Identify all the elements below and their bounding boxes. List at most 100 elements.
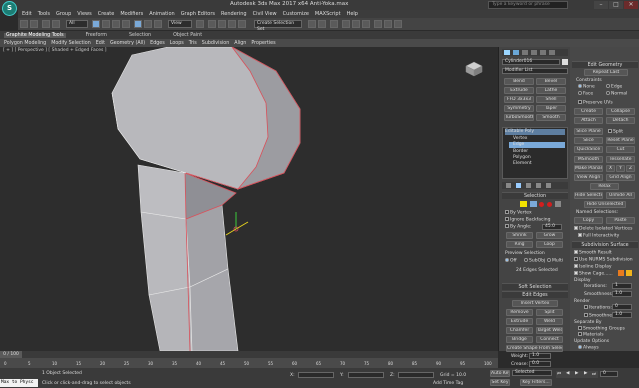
slice-plane-button[interactable]: Slice Plane (574, 128, 603, 135)
tab-freeform[interactable]: Freeform (84, 33, 109, 38)
copy-button[interactable]: Copy (574, 217, 603, 224)
smoothness-field[interactable]: 1.0 (612, 291, 632, 297)
menu-rendering[interactable]: Rendering (221, 11, 247, 17)
create-tab-icon[interactable] (504, 50, 510, 55)
ribbon-modify-selection[interactable]: Modify Selection (51, 41, 91, 46)
object-name-field[interactable]: Cylinder016 (502, 59, 560, 65)
ffd-button[interactable]: FFD 3x3x3 (504, 96, 534, 103)
iterations-field[interactable]: 1 (612, 283, 632, 289)
stack-editable-poly[interactable]: Editable Poly (505, 129, 565, 135)
menu-group[interactable]: Group (56, 11, 71, 17)
ribbon-tris[interactable]: Tris (189, 41, 197, 46)
always-radio[interactable]: Always (583, 346, 599, 351)
modifier-list-dropdown[interactable]: Modifier List (502, 68, 568, 74)
ribbon-geometry-all[interactable]: Geometry (All) (110, 41, 145, 46)
make-unique-icon[interactable] (526, 183, 531, 188)
hide-unselected-button[interactable]: Hide Unselected (584, 201, 626, 208)
track-bar[interactable]: 0 5 10 15 20 25 30 35 40 45 50 55 60 65 70 75 80 85 90 95 10… (0, 358, 498, 368)
grow-button[interactable]: Grow (536, 232, 563, 239)
render-icon[interactable] (394, 20, 402, 28)
curve-editor-icon[interactable] (342, 20, 350, 28)
stack-element[interactable]: Element (513, 161, 532, 166)
render-iterations-checkbox[interactable]: Iterations: (589, 306, 612, 311)
ribbon-loops[interactable]: Loops (170, 41, 184, 46)
ribbon-subdivision[interactable]: Subdivision (202, 41, 230, 46)
ribbon-edges[interactable]: Edges (150, 41, 165, 46)
menu-civil-view[interactable]: Civil View (253, 11, 277, 17)
constraint-normal-radio[interactable]: Normal (611, 92, 627, 97)
show-cage-checkbox[interactable]: Show Cage...... (579, 272, 613, 277)
bridge-button[interactable]: Bridge (506, 336, 533, 343)
cage-color-2-swatch[interactable] (626, 270, 632, 276)
tab-object-paint[interactable]: Object Paint (171, 33, 204, 38)
weight-field[interactable]: 1.0 (529, 353, 551, 359)
msmooth-button[interactable]: MSmooth (574, 156, 603, 163)
quickslice-button[interactable]: QuickSlice (574, 146, 603, 153)
auto-key-button[interactable]: Auto Key (490, 370, 510, 377)
split-edge-button[interactable]: Split (536, 309, 563, 316)
subdivision-rollout-header[interactable]: Subdivision Surface (572, 241, 638, 248)
shell-button[interactable]: Shell (536, 96, 566, 103)
viewport-label[interactable]: [ + ] [ Perspective ] [ Shaded + Edged F… (3, 48, 107, 53)
crease-field[interactable]: 0.0 (529, 361, 551, 367)
menu-graph-editors[interactable]: Graph Editors (181, 11, 215, 17)
edit-edges-rollout-header[interactable]: Edit Edges (502, 291, 568, 298)
app-logo-icon[interactable]: S (2, 1, 17, 16)
bevel-button[interactable]: Bevel (536, 78, 566, 85)
modify-tab-icon[interactable] (513, 50, 519, 55)
smooth-button[interactable]: Smooth (536, 114, 566, 121)
minimize-button[interactable]: – (594, 1, 608, 9)
show-end-result-icon[interactable] (516, 183, 521, 188)
constraint-none-radio[interactable]: None (583, 85, 595, 90)
polygon-subobject-icon[interactable] (547, 202, 552, 207)
z-coordinate-field[interactable] (398, 372, 434, 378)
object-color-swatch[interactable] (562, 59, 568, 65)
previous-frame-icon[interactable]: ◀ (566, 371, 569, 376)
ribbon-align[interactable]: Align (234, 41, 246, 46)
cage-color-1-swatch[interactable] (618, 270, 624, 276)
symmetry-button[interactable]: Symmetry (504, 105, 534, 112)
schematic-view-icon[interactable] (352, 20, 360, 28)
percent-snap-icon[interactable] (228, 20, 236, 28)
current-frame-field[interactable]: 0 (600, 371, 618, 377)
configure-sets-icon[interactable] (546, 183, 551, 188)
repeat-last-button[interactable]: Repeat Last (584, 69, 628, 76)
next-frame-icon[interactable]: ▶ (584, 371, 587, 376)
connect-button[interactable]: Connect (536, 336, 563, 343)
select-by-name-icon[interactable] (102, 20, 110, 28)
create-shape-button[interactable]: Create Shape From Selection (506, 345, 563, 352)
maxscript-listener[interactable]: Max to Physc (0, 379, 38, 387)
planar-y-button[interactable]: Y (616, 165, 625, 172)
chamfer-button[interactable]: Chamfer (506, 327, 533, 334)
undo-icon[interactable] (20, 20, 28, 28)
viewcube-icon[interactable] (463, 61, 485, 79)
bend-button[interactable]: Bend (504, 78, 534, 85)
play-icon[interactable]: ▶ (575, 371, 578, 376)
extrude-edge-button[interactable]: Extrude (506, 318, 533, 325)
soft-selection-rollout-header[interactable]: Soft Selection (502, 283, 568, 290)
constraint-face-radio[interactable]: Face (583, 92, 593, 97)
shrink-button[interactable]: Shrink (506, 232, 533, 239)
menu-views[interactable]: Views (77, 11, 91, 17)
planar-z-button[interactable]: Z (626, 165, 635, 172)
constraint-edge-radio[interactable]: Edge (611, 85, 622, 90)
go-to-end-icon[interactable]: ⏭ (592, 371, 596, 377)
material-editor-icon[interactable] (362, 20, 370, 28)
view-align-button[interactable]: View Align (574, 174, 603, 181)
lathe-button[interactable]: Lathe (536, 87, 566, 94)
preview-off-radio[interactable]: Off (510, 259, 517, 264)
display-tab-icon[interactable] (540, 50, 546, 55)
tessellate-button[interactable]: Tessellate (606, 156, 635, 163)
taper-button[interactable]: Taper (536, 105, 566, 112)
make-planar-button[interactable]: Make Planar (574, 165, 603, 172)
edit-geometry-rollout-header[interactable]: Edit Geometry (572, 61, 638, 68)
menu-animation[interactable]: Animation (149, 11, 175, 17)
move-icon[interactable] (134, 20, 142, 28)
smooth-result-checkbox[interactable]: Smooth Result (579, 251, 612, 256)
smoothing-groups-checkbox[interactable]: Smoothing Groups (583, 327, 625, 332)
slice-button[interactable]: Slice (574, 137, 603, 144)
close-button[interactable]: ✕ (624, 1, 638, 9)
ribbon-properties[interactable]: Properties (251, 41, 275, 46)
ribbon-edit[interactable]: Edit (96, 41, 105, 46)
loop-button[interactable]: Loop (536, 241, 563, 248)
